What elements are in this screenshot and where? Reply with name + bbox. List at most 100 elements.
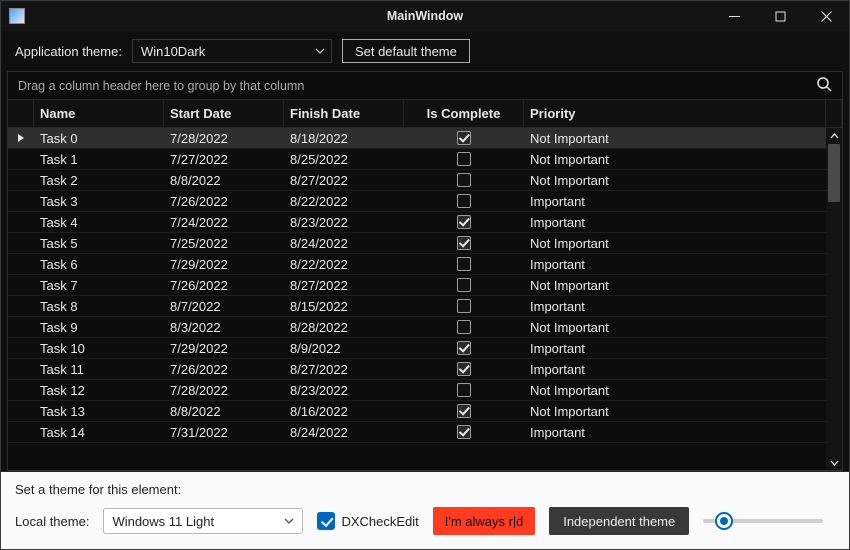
cell-complete[interactable] [404, 320, 524, 334]
cell-start[interactable]: 8/8/2022 [164, 173, 284, 188]
cell-complete[interactable] [404, 173, 524, 187]
cell-name[interactable]: Task 5 [34, 236, 164, 251]
table-row[interactable]: Task 88/7/20228/15/2022 Important [8, 296, 842, 317]
table-row[interactable]: Task 37/26/20228/22/2022Important [8, 191, 842, 212]
cell-complete[interactable] [404, 152, 524, 166]
cell-start[interactable]: 7/31/2022 [164, 425, 284, 440]
cell-priority[interactable]: Important [524, 425, 826, 440]
cell-start[interactable]: 7/27/2022 [164, 152, 284, 167]
cell-complete[interactable] [404, 425, 524, 439]
slider-thumb[interactable] [715, 512, 733, 530]
checkbox-icon[interactable] [457, 383, 471, 397]
column-header-name[interactable]: Name [34, 100, 164, 127]
scrollbar-track[interactable] [826, 144, 842, 454]
cell-priority[interactable]: Not Important [524, 236, 826, 251]
vertical-scrollbar[interactable] [826, 128, 842, 470]
table-row[interactable]: Task 67/29/20228/22/2022 Important [8, 254, 842, 275]
cell-priority[interactable]: Not Important [524, 173, 826, 188]
checkbox-icon[interactable] [457, 257, 471, 271]
cell-finish[interactable]: 8/28/2022 [284, 320, 404, 335]
scroll-up-icon[interactable] [826, 128, 842, 144]
search-icon[interactable] [816, 76, 832, 95]
cell-finish[interactable]: 8/24/2022 [284, 425, 404, 440]
table-row[interactable]: Task 17/27/20228/25/2022 Not Important [8, 149, 842, 170]
checkbox-icon[interactable] [457, 131, 471, 145]
cell-finish[interactable]: 8/23/2022 [284, 383, 404, 398]
cell-priority[interactable]: Not Important [524, 383, 826, 398]
checkbox-icon[interactable] [457, 152, 471, 166]
cell-complete[interactable] [404, 362, 524, 376]
dx-check-edit[interactable]: DXCheckEdit [317, 512, 418, 530]
cell-priority[interactable]: Not Important [524, 404, 826, 419]
checkbox-icon[interactable] [457, 194, 471, 208]
cell-name[interactable]: Task 4 [34, 215, 164, 230]
title-bar[interactable]: MainWindow [1, 1, 849, 31]
cell-complete[interactable] [404, 383, 524, 397]
cell-priority[interactable]: Not Important [524, 152, 826, 167]
table-row[interactable]: Task 98/3/20228/28/2022Not Important [8, 317, 842, 338]
maximize-button[interactable] [757, 1, 803, 31]
cell-complete[interactable] [404, 278, 524, 292]
checkbox-icon[interactable] [457, 341, 471, 355]
cell-priority[interactable]: Important [524, 299, 826, 314]
checkbox-icon[interactable] [457, 278, 471, 292]
cell-priority[interactable]: Important [524, 215, 826, 230]
cell-start[interactable]: 7/26/2022 [164, 362, 284, 377]
group-by-panel[interactable]: Drag a column header here to group by th… [8, 72, 842, 100]
table-row[interactable]: Task 147/31/20228/24/2022 Important [8, 422, 842, 443]
column-header-complete[interactable]: Is Complete [404, 100, 524, 127]
checkbox-icon[interactable] [457, 173, 471, 187]
table-row[interactable]: Task 57/25/20228/24/2022Not Important [8, 233, 842, 254]
cell-name[interactable]: Task 7 [34, 278, 164, 293]
column-header-row[interactable]: Name Start Date Finish Date Is Complete … [8, 100, 842, 128]
cell-priority[interactable]: Not Important [524, 278, 826, 293]
cell-complete[interactable] [404, 236, 524, 250]
cell-name[interactable]: Task 9 [34, 320, 164, 335]
cell-name[interactable]: Task 3 [34, 194, 164, 209]
table-row[interactable]: Task 47/24/20228/23/2022 Important [8, 212, 842, 233]
scrollbar-thumb[interactable] [828, 144, 840, 202]
local-theme-combo[interactable]: Windows 11 Light [103, 508, 303, 534]
cell-start[interactable]: 8/7/2022 [164, 299, 284, 314]
table-row[interactable]: Task 07/28/20228/18/2022Not Important [8, 128, 842, 149]
cell-name[interactable]: Task 11 [34, 362, 164, 377]
cell-start[interactable]: 8/8/2022 [164, 404, 284, 419]
cell-name[interactable]: Task 14 [34, 425, 164, 440]
cell-name[interactable]: Task 10 [34, 341, 164, 356]
cell-complete[interactable] [404, 299, 524, 313]
cell-finish[interactable]: 8/27/2022 [284, 278, 404, 293]
cell-complete[interactable] [404, 131, 524, 145]
cell-finish[interactable]: 8/27/2022 [284, 362, 404, 377]
cell-start[interactable]: 7/29/2022 [164, 257, 284, 272]
checkbox-icon[interactable] [457, 425, 471, 439]
cell-name[interactable]: Task 6 [34, 257, 164, 272]
minimize-button[interactable] [711, 1, 757, 31]
cell-priority[interactable]: Important [524, 257, 826, 272]
cell-name[interactable]: Task 8 [34, 299, 164, 314]
cell-priority[interactable]: Important [524, 194, 826, 209]
cell-finish[interactable]: 8/22/2022 [284, 257, 404, 272]
cell-complete[interactable] [404, 404, 524, 418]
cell-finish[interactable]: 8/23/2022 [284, 215, 404, 230]
cell-complete[interactable] [404, 194, 524, 208]
cell-finish[interactable]: 8/24/2022 [284, 236, 404, 251]
theme-slider[interactable] [703, 511, 823, 531]
set-default-theme-button[interactable]: Set default theme [342, 39, 470, 63]
data-grid[interactable]: Drag a column header here to group by th… [7, 71, 843, 471]
cell-finish[interactable]: 8/15/2022 [284, 299, 404, 314]
cell-priority[interactable]: Not Important [524, 320, 826, 335]
checkbox-icon[interactable] [457, 215, 471, 229]
cell-finish[interactable]: 8/22/2022 [284, 194, 404, 209]
cell-name[interactable]: Task 1 [34, 152, 164, 167]
table-row[interactable]: Task 77/26/20228/27/2022Not Important [8, 275, 842, 296]
cell-start[interactable]: 7/24/2022 [164, 215, 284, 230]
cell-complete[interactable] [404, 215, 524, 229]
cell-name[interactable]: Task 13 [34, 404, 164, 419]
close-button[interactable] [803, 1, 849, 31]
checkbox-icon[interactable] [457, 404, 471, 418]
cell-finish[interactable]: 8/25/2022 [284, 152, 404, 167]
cell-complete[interactable] [404, 257, 524, 271]
cell-finish[interactable]: 8/27/2022 [284, 173, 404, 188]
table-row[interactable]: Task 107/29/20228/9/2022Important [8, 338, 842, 359]
cell-priority[interactable]: Not Important [524, 131, 826, 146]
